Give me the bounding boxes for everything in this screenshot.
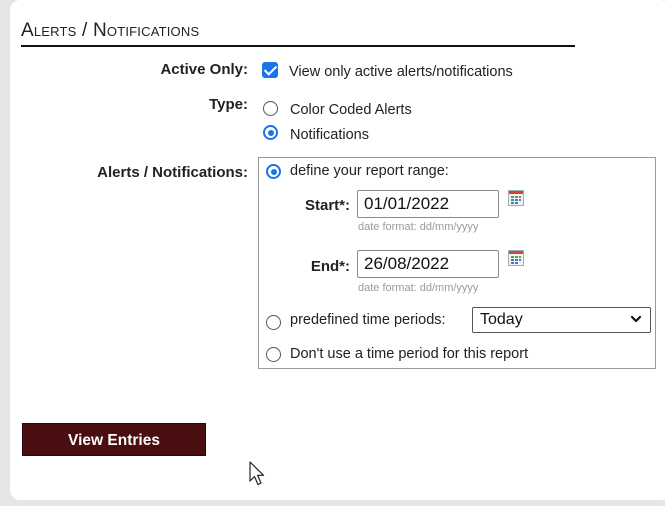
predefined-period-value: Today xyxy=(480,311,523,328)
range-radio-no-period[interactable] xyxy=(266,347,281,362)
range-label: Alerts / Notifications: xyxy=(97,164,248,181)
calendar-icon[interactable] xyxy=(508,190,524,206)
start-date-hint: date format: dd/mm/yyyy xyxy=(358,221,479,233)
end-date-input[interactable] xyxy=(357,250,499,278)
end-label: End*: xyxy=(310,258,350,275)
range-radio-define[interactable] xyxy=(266,164,281,179)
section-title: Alerts / Notifications xyxy=(21,20,200,41)
active-only-label: Active Only: xyxy=(160,61,248,78)
active-only-text: View only active alerts/notifications xyxy=(289,64,513,80)
active-only-checkbox[interactable] xyxy=(262,62,278,78)
mouse-pointer-icon xyxy=(249,461,265,486)
type-option-color-coded: Color Coded Alerts xyxy=(290,102,412,118)
define-range-text: define your report range: xyxy=(290,163,449,179)
type-option-notifications: Notifications xyxy=(290,127,369,143)
type-radio-color-coded[interactable] xyxy=(263,101,278,116)
calendar-icon[interactable] xyxy=(508,250,524,266)
no-period-text: Don't use a time period for this report xyxy=(290,346,529,362)
start-label: Start*: xyxy=(304,197,350,214)
predefined-periods-text: predefined time periods: xyxy=(290,312,446,328)
start-date-input[interactable] xyxy=(357,190,499,218)
view-entries-button[interactable]: View Entries xyxy=(22,423,206,456)
title-divider xyxy=(21,45,575,47)
predefined-period-select[interactable]: Today xyxy=(472,307,651,333)
type-radio-notifications[interactable] xyxy=(263,125,278,140)
range-radio-predefined[interactable] xyxy=(266,315,281,330)
chevron-down-icon xyxy=(630,315,642,323)
type-label: Type: xyxy=(209,96,248,113)
end-date-hint: date format: dd/mm/yyyy xyxy=(358,282,479,294)
